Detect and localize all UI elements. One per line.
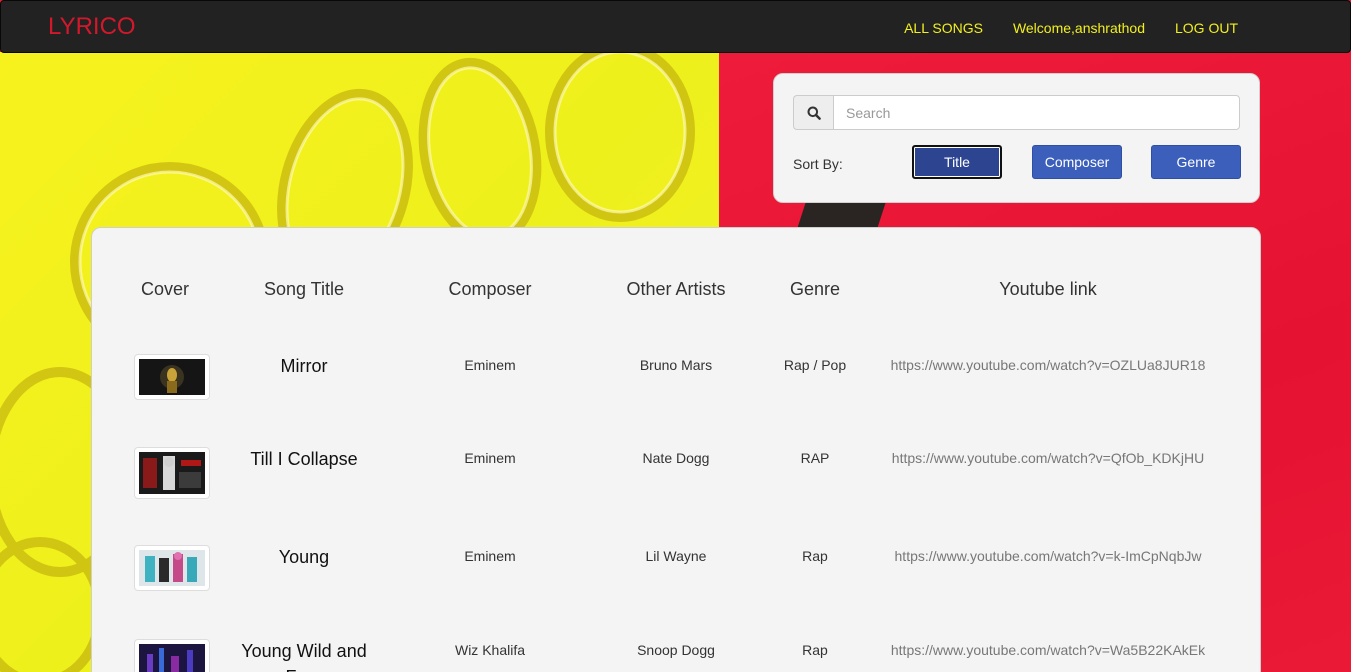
song-title: Young xyxy=(278,547,330,567)
genre: Rap / Pop xyxy=(783,357,847,373)
cover-image[interactable] xyxy=(134,354,210,400)
cover-image[interactable] xyxy=(134,639,210,672)
other-artists: Bruno Mars xyxy=(639,357,713,373)
nav-logout[interactable]: LOG OUT xyxy=(1175,19,1238,37)
song-title: Mirror xyxy=(280,356,328,376)
sort-by-label: Sort By: xyxy=(793,156,843,172)
cover-image[interactable] xyxy=(134,545,210,591)
sort-title-button[interactable]: Title xyxy=(912,145,1002,179)
composer: Eminem xyxy=(464,548,516,564)
nav-links: ALL SONGS Welcome,anshrathod LOG OUT xyxy=(874,19,1238,37)
youtube-link[interactable]: https://www.youtube.com/watch?v=QfOb_KDK… xyxy=(892,450,1204,466)
search-input[interactable] xyxy=(833,95,1240,130)
song-title: Till I Collapse xyxy=(250,449,358,469)
composer: Wiz Khalifa xyxy=(454,642,526,658)
youtube-link[interactable]: https://www.youtube.com/watch?v=Wa5B22KA… xyxy=(891,642,1205,658)
header-song-title: Song Title xyxy=(263,279,345,299)
youtube-link[interactable]: https://www.youtube.com/watch?v=OZLUa8JU… xyxy=(891,357,1206,373)
cover-art-young-wild-and-free xyxy=(139,644,205,672)
search-panel: Sort By: Title Composer Genre xyxy=(773,73,1260,203)
sort-composer-button[interactable]: Composer xyxy=(1032,145,1122,179)
top-navbar: LYRICO ALL SONGS Welcome,anshrathod LOG … xyxy=(0,0,1351,53)
cover-art-mirror xyxy=(139,359,205,395)
header-genre: Genre xyxy=(789,279,841,299)
song-title: Young Wild and Free xyxy=(241,641,367,672)
cover-art-young xyxy=(139,550,205,586)
genre: RAP xyxy=(800,450,830,466)
search-icon[interactable] xyxy=(793,95,833,130)
songs-table: Cover Song Title Composer Other Artists … xyxy=(91,227,1261,672)
nav-all-songs[interactable]: ALL SONGS xyxy=(904,19,983,37)
cover-art-till-i-collapse xyxy=(139,452,205,494)
brand-logo[interactable]: LYRICO xyxy=(48,13,136,41)
header-cover: Cover xyxy=(140,279,190,299)
other-artists: Snoop Dogg xyxy=(637,642,715,658)
header-composer: Composer xyxy=(448,279,532,299)
composer: Eminem xyxy=(464,450,516,466)
search-group xyxy=(793,95,1240,130)
header-other-artists: Other Artists xyxy=(626,279,726,299)
genre: Rap xyxy=(802,642,828,658)
other-artists: Lil Wayne xyxy=(645,548,707,564)
genre: Rap xyxy=(802,548,828,564)
nav-welcome-user[interactable]: Welcome,anshrathod xyxy=(1013,19,1145,37)
cover-image[interactable] xyxy=(134,447,210,499)
youtube-link[interactable]: https://www.youtube.com/watch?v=k-ImCpNq… xyxy=(895,548,1202,564)
header-youtube-link: Youtube link xyxy=(999,279,1097,299)
other-artists: Nate Dogg xyxy=(642,450,710,466)
composer: Eminem xyxy=(464,357,516,373)
sort-genre-button[interactable]: Genre xyxy=(1151,145,1241,179)
